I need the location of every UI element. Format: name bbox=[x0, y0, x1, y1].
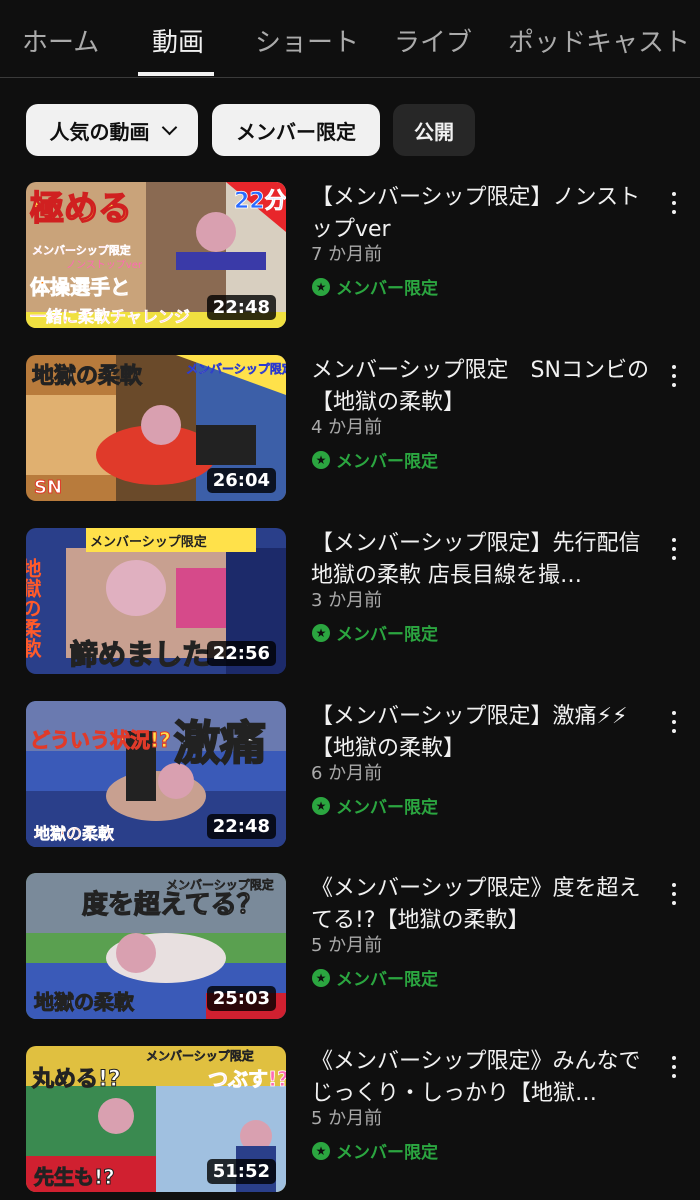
video-duration: 22:48 bbox=[206, 295, 276, 320]
star-icon: ★ bbox=[312, 1141, 330, 1160]
members-only-chip[interactable]: メンバー限定 bbox=[212, 104, 380, 156]
video-title[interactable]: メンバーシップ限定 SNコンビの【地獄の柔軟】 bbox=[311, 355, 651, 419]
members-only-badge: ★ メンバー限定 bbox=[312, 1138, 438, 1163]
video-duration: 26:04 bbox=[206, 468, 276, 493]
thumb-text: 諦めました bbox=[70, 638, 210, 671]
more-options-icon[interactable] bbox=[664, 707, 684, 737]
video-item[interactable]: メンバーシップ限定 地獄の柔軟 諦めました 22:56 【メンバーシップ限定】先… bbox=[0, 528, 700, 678]
more-options-icon[interactable] bbox=[664, 1052, 684, 1082]
chevron-down-icon bbox=[161, 119, 177, 135]
thumb-text: 激痛 bbox=[174, 716, 266, 770]
thumb-text: 地獄の柔軟 bbox=[34, 990, 135, 1014]
tab-home[interactable]: ホーム bbox=[22, 22, 99, 59]
star-icon: ★ bbox=[312, 623, 330, 642]
video-age: 6 か月前 bbox=[311, 763, 383, 784]
star-icon: ★ bbox=[312, 450, 330, 469]
thumb-text: メンバーシップ限定 bbox=[186, 361, 286, 376]
video-age: 5 か月前 bbox=[311, 1108, 383, 1129]
thumb-text: 一緒に柔軟チャレンジ bbox=[30, 307, 190, 326]
more-options-icon[interactable] bbox=[664, 188, 684, 218]
thumb-text: 地獄の柔軟 bbox=[34, 824, 115, 843]
members-only-badge: ★ メンバー限定 bbox=[312, 620, 438, 645]
video-thumbnail[interactable]: 度を超えてる？ メンバーシップ限定 地獄の柔軟 25:03 bbox=[26, 873, 286, 1019]
badge-label: メンバー限定 bbox=[336, 625, 438, 645]
video-item[interactable]: 度を超えてる？ メンバーシップ限定 地獄の柔軟 25:03 《メンバーシップ限定… bbox=[0, 873, 700, 1023]
thumb-text: メンバーシップ限定 bbox=[90, 534, 207, 550]
video-item[interactable]: 地獄の柔軟 メンバーシップ限定 SN 26:04 メンバーシップ限定 SNコンビ… bbox=[0, 355, 700, 505]
thumb-text: 地獄の柔軟 bbox=[32, 363, 143, 389]
tab-shorts[interactable]: ショート bbox=[255, 22, 359, 59]
video-duration: 51:52 bbox=[206, 1159, 276, 1184]
more-options-icon[interactable] bbox=[664, 361, 684, 391]
video-thumbnail[interactable]: 地獄の柔軟 メンバーシップ限定 SN 26:04 bbox=[26, 355, 286, 501]
chip-label: 人気の動画 bbox=[49, 119, 150, 144]
more-options-icon[interactable] bbox=[664, 534, 684, 564]
star-icon: ★ bbox=[312, 277, 330, 296]
thumb-text: 丸める!? bbox=[31, 1067, 121, 1092]
video-thumbnail[interactable]: 丸める!? メンバーシップ限定 つぶす!? 先生も!? 51:52 bbox=[26, 1046, 286, 1192]
more-options-icon[interactable] bbox=[664, 879, 684, 909]
thumb-text: つぶす!? bbox=[208, 1067, 286, 1091]
badge-label: メンバー限定 bbox=[336, 970, 438, 990]
video-title[interactable]: 《メンバーシップ限定》みんなでじっくり・しっかり【地獄… bbox=[311, 1046, 651, 1110]
members-only-badge: ★ メンバー限定 bbox=[312, 274, 438, 299]
thumb-text: 極める bbox=[30, 189, 132, 229]
video-item[interactable]: 丸める!? メンバーシップ限定 つぶす!? 先生も!? 51:52 《メンバーシ… bbox=[0, 1046, 700, 1196]
active-tab-indicator bbox=[138, 72, 214, 76]
badge-label: メンバー限定 bbox=[336, 279, 438, 299]
video-title[interactable]: 【メンバーシップ限定】先行配信 地獄の柔軟 店長目線を撮… bbox=[311, 528, 651, 592]
thumb-text: メンバーシップ限定 bbox=[32, 243, 131, 257]
video-duration: 25:03 bbox=[206, 986, 276, 1011]
video-thumbnail[interactable]: どういう状況!? 激痛 地獄の柔軟 22:48 bbox=[26, 701, 286, 847]
video-item[interactable]: 極める 22分 メンバーシップ限定 ノンストップver 体操選手と 一緒に柔軟チ… bbox=[0, 182, 700, 332]
thumb-text: 地獄の柔軟 bbox=[26, 558, 42, 659]
thumb-text: メンバーシップ限定 bbox=[166, 877, 274, 892]
video-age: 7 か月前 bbox=[311, 244, 383, 265]
thumb-text: 先生も!? bbox=[34, 1165, 115, 1189]
video-age: 5 か月前 bbox=[311, 935, 383, 956]
sort-popular-chip[interactable]: 人気の動画 bbox=[26, 104, 198, 156]
video-duration: 22:48 bbox=[206, 814, 276, 839]
video-title[interactable]: 【メンバーシップ限定】ノンストップver bbox=[311, 182, 651, 246]
star-icon: ★ bbox=[312, 968, 330, 987]
thumb-text: メンバーシップ限定 bbox=[146, 1048, 254, 1063]
video-duration: 22:56 bbox=[206, 641, 276, 666]
badge-label: メンバー限定 bbox=[336, 452, 438, 472]
members-only-badge: ★ メンバー限定 bbox=[312, 447, 438, 472]
video-age: 4 か月前 bbox=[311, 417, 383, 438]
thumb-text: 22分 bbox=[234, 189, 286, 214]
thumb-text: SN bbox=[34, 477, 62, 498]
thumb-text: ノンストップver bbox=[66, 259, 143, 271]
thumb-text: 体操選手と bbox=[30, 275, 130, 299]
video-item[interactable]: どういう状況!? 激痛 地獄の柔軟 22:48 【メンバーシップ限定】激痛⚡⚡【… bbox=[0, 701, 700, 851]
members-only-badge: ★ メンバー限定 bbox=[312, 965, 438, 990]
badge-label: メンバー限定 bbox=[336, 798, 438, 818]
video-thumbnail[interactable]: 極める 22分 メンバーシップ限定 ノンストップver 体操選手と 一緒に柔軟チ… bbox=[26, 182, 286, 328]
video-title[interactable]: 【メンバーシップ限定】激痛⚡⚡【地獄の柔軟】 bbox=[311, 701, 651, 765]
video-title[interactable]: 《メンバーシップ限定》度を超えてる!?【地獄の柔軟】 bbox=[311, 873, 651, 937]
tab-podcasts[interactable]: ポッドキャスト bbox=[508, 22, 690, 59]
public-chip[interactable]: 公開 bbox=[393, 104, 475, 156]
tab-videos[interactable]: 動画 bbox=[152, 22, 204, 59]
badge-label: メンバー限定 bbox=[336, 1143, 438, 1163]
video-age: 3 か月前 bbox=[311, 590, 383, 611]
channel-tabs: ホーム 動画 ショート ライブ ポッドキャスト bbox=[0, 0, 700, 78]
thumb-text: 度を超えてる？ bbox=[82, 889, 263, 920]
video-thumbnail[interactable]: メンバーシップ限定 地獄の柔軟 諦めました 22:56 bbox=[26, 528, 286, 674]
star-icon: ★ bbox=[312, 796, 330, 815]
tab-live[interactable]: ライブ bbox=[394, 22, 472, 59]
thumb-text: どういう状況!? bbox=[30, 728, 171, 752]
members-only-badge: ★ メンバー限定 bbox=[312, 793, 438, 818]
